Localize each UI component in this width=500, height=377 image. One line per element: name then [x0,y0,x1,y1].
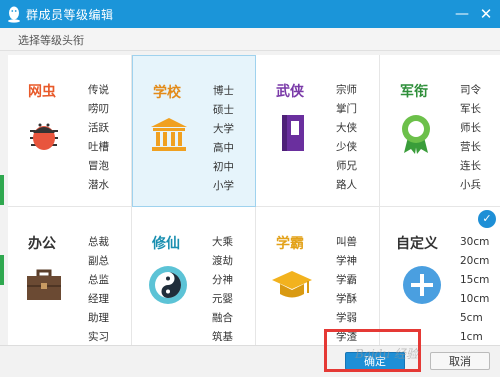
category-name: 修仙 [152,236,180,252]
level-list: 宗师 掌门 大侠 少侠 师兄 路人 [336,81,357,195]
category-name: 办公 [28,236,56,252]
level-item: 大学 [213,123,234,135]
level-item: 连长 [460,160,481,172]
category-name: 学校 [153,85,181,101]
category-card-school[interactable]: 学校 博士 硕士 大学 高中 初中 小学 [132,55,256,207]
level-item: 15cm [460,274,490,286]
school-building-icon [151,118,187,151]
window-title: 群成员等级编辑 [26,8,114,22]
close-button[interactable]: ✕ [476,4,496,24]
level-item: 大乘 [212,236,233,248]
level-item: 学神 [336,255,357,267]
level-item: 硕士 [213,104,234,116]
level-item: 冒泡 [88,160,109,172]
category-card-internet[interactable]: 网虫 传说 唠叨 活跃 吐槽 冒泡 潜水 [8,55,132,207]
level-item: 总监 [88,274,109,286]
level-item: 5cm [460,312,483,324]
category-name: 网虫 [28,84,56,100]
level-list: 司令 军长 师长 营长 连长 小兵 [460,81,481,195]
level-item: 博士 [213,85,234,97]
category-card-top-student[interactable]: 学霸 叫兽 学神 学霸 学酥 学弱 学渣 [256,207,380,345]
cancel-button[interactable]: 取消 [430,352,490,370]
level-list: 博士 硕士 大学 高中 初中 小学 [213,82,234,196]
level-item: 师长 [460,122,481,134]
level-item: 师兄 [336,160,357,172]
level-item: 高中 [213,142,234,154]
level-list: 叫兽 学神 学霸 学酥 学弱 学渣 [336,233,357,345]
category-name: 军衔 [400,84,428,100]
minimize-button[interactable]: — [452,4,472,24]
briefcase-icon [27,269,61,300]
graduation-cap-icon [272,271,312,298]
level-item: 30cm [460,236,490,248]
level-item: 元婴 [212,293,233,305]
level-item: 学霸 [336,274,357,286]
level-list: 总裁 副总 总监 经理 助理 实习 [88,233,109,345]
yin-yang-icon [149,266,187,304]
category-card-custom[interactable]: 自定义 30cm 20cm 15cm 10cm 5cm 1cm [380,207,500,345]
level-item: 学渣 [336,331,357,343]
title-category-grid: 网虫 传说 唠叨 活跃 吐槽 冒泡 潜水 学校 博士 硕士 大学 高中 初中 小… [8,55,500,345]
level-list: 30cm 20cm 15cm 10cm 5cm 1cm [460,233,489,345]
category-card-office[interactable]: 办公 总裁 副总 总监 经理 助理 实习 [8,207,132,345]
level-item: 副总 [88,255,109,267]
level-item: 融合 [212,312,233,324]
medal-icon [402,115,430,154]
selected-check-icon: ✓ [478,210,496,228]
level-list: 大乘 渡劫 分神 元婴 融合 筑基 [212,233,233,345]
level-item: 活跃 [88,122,109,134]
level-item: 经理 [88,293,109,305]
level-item: 唠叨 [88,103,109,115]
level-item: 大侠 [336,122,357,134]
background-strip [0,175,4,205]
level-item: 1cm [460,331,483,343]
category-name: 武侠 [276,84,304,100]
category-name: 自定义 [396,236,438,252]
level-item: 实习 [88,331,109,343]
title-bar: 群成员等级编辑 — ✕ [0,0,500,28]
level-item: 潜水 [88,179,109,191]
level-item: 吐槽 [88,141,109,153]
level-item: 20cm [460,255,490,267]
level-item: 少侠 [336,141,357,153]
level-item: 10cm [460,293,490,305]
qq-penguin-icon [8,6,20,23]
level-item: 军长 [460,103,481,115]
level-item: 总裁 [88,236,109,248]
level-item: 初中 [213,161,234,173]
confirm-button[interactable]: 确定 [345,352,405,370]
level-item: 传说 [88,84,109,96]
level-item: 路人 [336,179,357,191]
background-strip [0,255,4,285]
level-item: 学弱 [336,312,357,324]
section-header: 选择等级头衔 [0,28,500,51]
dialog-footer [0,345,500,377]
level-item: 助理 [88,312,109,324]
level-item: 小兵 [460,179,481,191]
plus-circle-icon [403,266,441,304]
category-name: 学霸 [276,236,304,252]
level-item: 司令 [460,84,481,96]
bug-icon [30,123,58,150]
level-item: 营长 [460,141,481,153]
level-item: 叫兽 [336,236,357,248]
level-item: 渡劫 [212,255,233,267]
category-card-martial[interactable]: 武侠 宗师 掌门 大侠 少侠 师兄 路人 [256,55,380,207]
category-card-immortal[interactable]: 修仙 大乘 渡劫 分神 元婴 融合 筑基 [132,207,256,345]
level-item: 宗师 [336,84,357,96]
level-editor-window: 群成员等级编辑 — ✕ 选择等级头衔 网虫 传说 唠叨 活跃 吐槽 冒泡 潜水 … [0,0,500,377]
level-item: 分神 [212,274,233,286]
level-item: 学酥 [336,293,357,305]
level-item: 筑基 [212,331,233,343]
level-item: 小学 [213,180,234,192]
level-list: 传说 唠叨 活跃 吐槽 冒泡 潜水 [88,81,109,195]
level-item: 掌门 [336,103,357,115]
section-title: 选择等级头衔 [18,34,84,47]
category-card-military[interactable]: 军衔 司令 军长 师长 营长 连长 小兵 [380,55,500,207]
martial-book-icon [282,115,304,151]
